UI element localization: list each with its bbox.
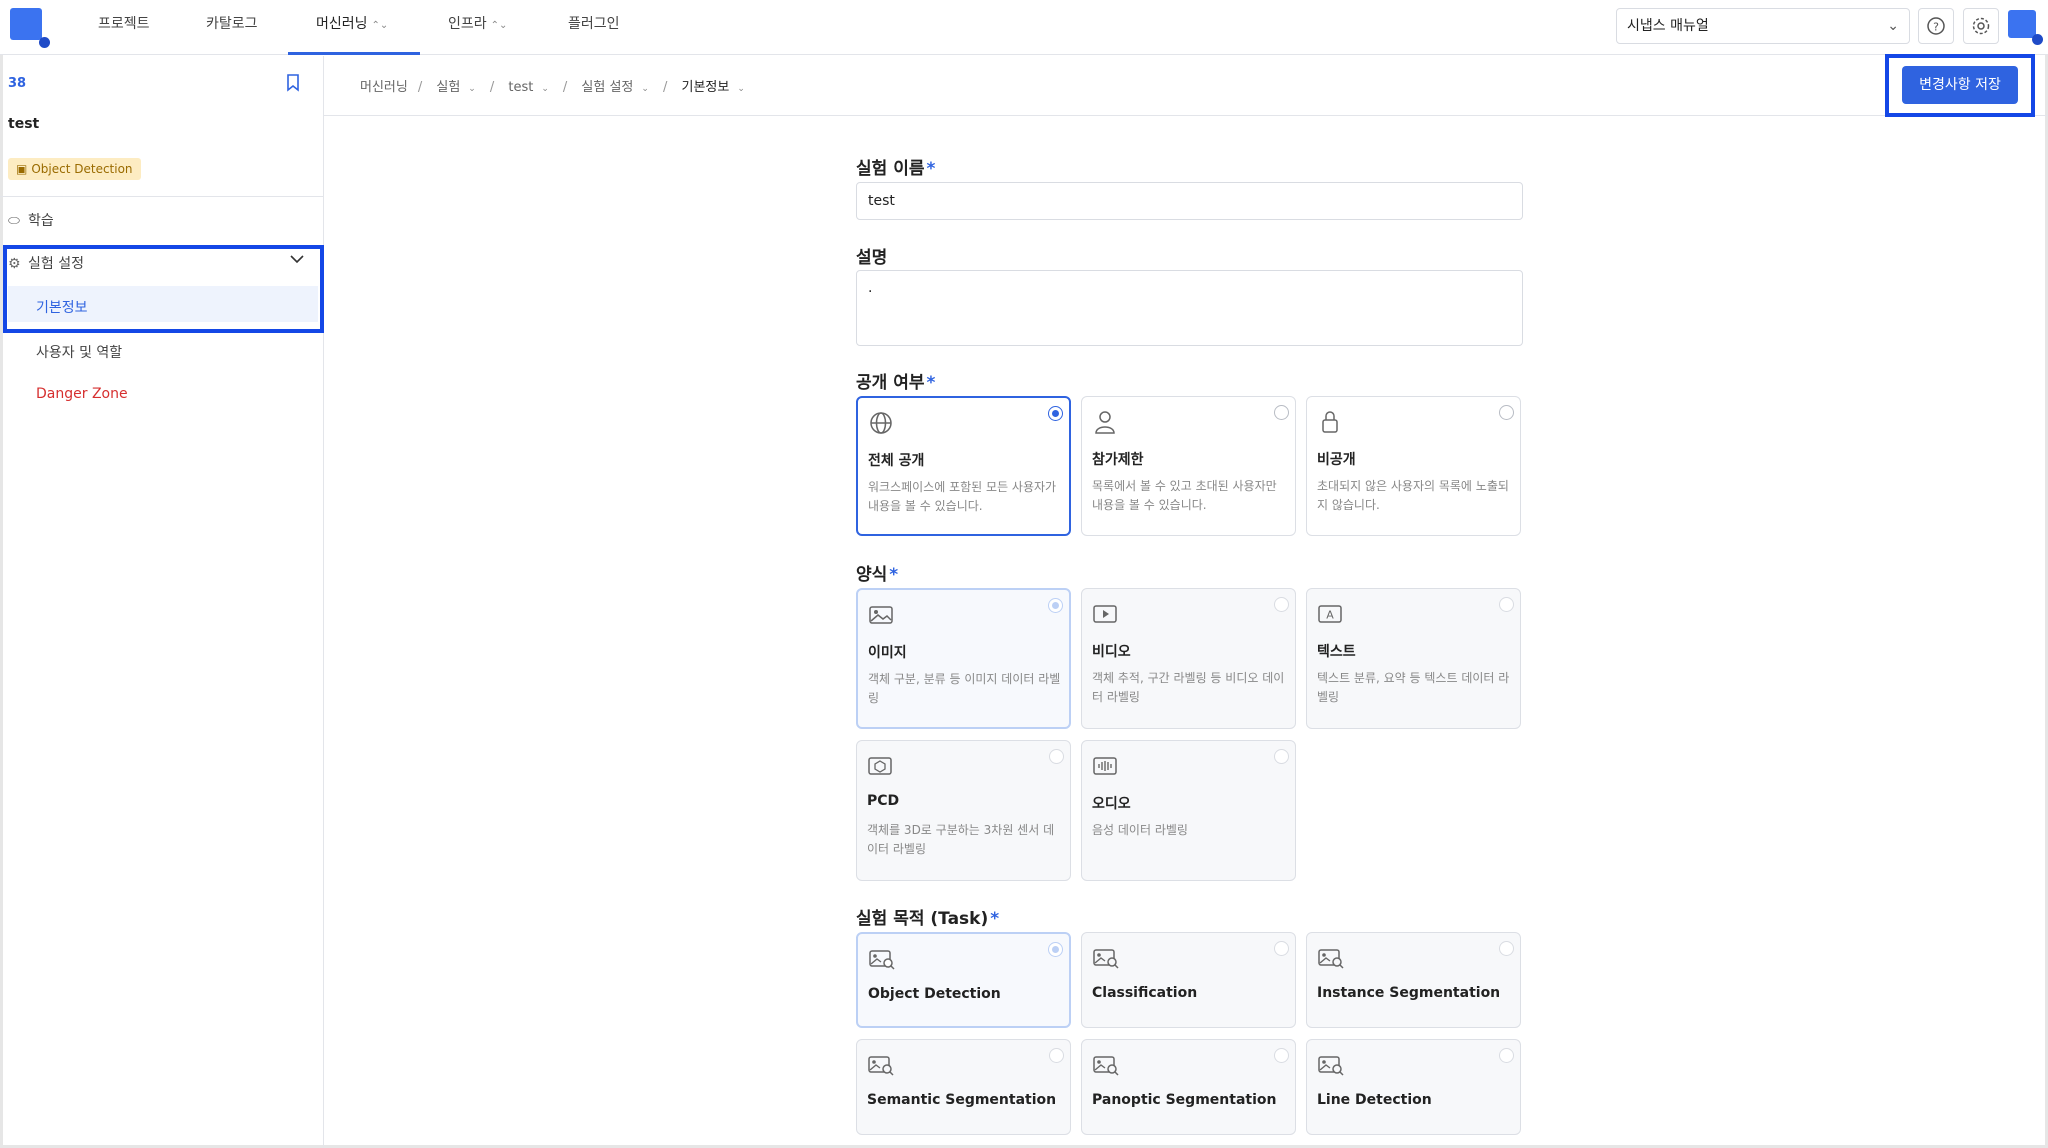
highlight-box-save — [1885, 54, 2035, 117]
experiment-id: 38 — [8, 76, 27, 91]
modality-video-card[interactable]: 비디오 객체 추적, 구간 라벨링 등 비디오 데이터 라벨링 — [1081, 588, 1296, 729]
modality-audio-card[interactable]: 오디오 음성 데이터 라벨링 — [1081, 740, 1296, 881]
task-tag: ▣ Object Detection — [8, 158, 141, 180]
image-search-icon — [1092, 1052, 1119, 1078]
up-down-icon: ⌃⌄ — [371, 20, 389, 31]
chevron-down-icon: ⌄ — [541, 84, 549, 94]
visibility-restricted-card[interactable]: 참가제한 목록에서 볼 수 있고 초대된 사용자만 내용을 볼 수 있습니다. — [1081, 396, 1296, 536]
task-label: 실험 목적 (Task) * — [856, 909, 1000, 929]
task-classification-card[interactable]: Classification — [1081, 932, 1296, 1028]
task-panoptic-segmentation-radio[interactable] — [1274, 1048, 1289, 1063]
modality-text-radio[interactable] — [1499, 597, 1514, 612]
sidebar-item-train[interactable]: ⬭ 학습 — [8, 210, 54, 230]
modality-text-card[interactable]: A 텍스트 텍스트 분류, 요약 등 텍스트 데이터 라벨링 — [1306, 588, 1521, 729]
top-navigation: 프로젝트 카탈로그 머신러닝 ⌃⌄ 인프라 ⌃⌄ 플러그인 시냅스 매뉴얼 ⌄ ? — [0, 0, 2048, 55]
gear-icon — [1972, 17, 1990, 35]
bookmark-icon[interactable] — [286, 74, 300, 96]
task-panoptic-segmentation-card[interactable]: Panoptic Segmentation — [1081, 1039, 1296, 1135]
highlight-box-settings — [3, 245, 324, 333]
nav-projects[interactable]: 프로젝트 — [98, 0, 150, 55]
svg-text:?: ? — [1933, 21, 1939, 34]
nav-infra[interactable]: 인프라 ⌃⌄ — [448, 0, 507, 55]
task-semantic-segmentation-radio[interactable] — [1049, 1048, 1064, 1063]
experiment-name-input[interactable]: test — [856, 182, 1523, 220]
task-instance-segmentation-card[interactable]: Instance Segmentation — [1306, 932, 1521, 1028]
image-search-icon — [1317, 945, 1344, 971]
modality-pcd-card[interactable]: PCD 객체를 3D로 구분하는 3차원 센서 데이터 라벨링 — [856, 740, 1071, 881]
user-icon — [1092, 409, 1118, 435]
breadcrumb-test[interactable]: test ⌄ — [508, 80, 553, 95]
chevron-down-icon: ⌄ — [737, 84, 745, 94]
sidebar-divider — [0, 196, 323, 197]
description-textarea[interactable]: . — [856, 270, 1523, 346]
image-icon — [868, 602, 894, 628]
breadcrumb: 머신러닝 / 실험 ⌄ / test ⌄ / 실험 설정 ⌄ / 기본정보 ⌄ — [360, 76, 753, 95]
image-search-icon — [867, 1052, 894, 1078]
visibility-public-card[interactable]: 전체 공개 워크스페이스에 포함된 모든 사용자가 내용을 볼 수 있습니다. — [856, 396, 1071, 536]
nav-machine-learning[interactable]: 머신러닝 ⌃⌄ — [316, 0, 388, 55]
task-line-detection-radio[interactable] — [1499, 1048, 1514, 1063]
modality-audio-radio[interactable] — [1274, 749, 1289, 764]
task-object-detection-radio[interactable] — [1048, 942, 1063, 957]
modality-pcd-radio[interactable] — [1049, 749, 1064, 764]
name-label: 실험 이름 * — [856, 159, 936, 179]
task-semantic-segmentation-card[interactable]: Semantic Segmentation — [856, 1039, 1071, 1135]
video-icon — [1092, 601, 1118, 627]
breadcrumb-bar: 머신러닝 / 실험 ⌄ / test ⌄ / 실험 설정 ⌄ / 기본정보 ⌄ — [324, 56, 2048, 116]
description-label: 설명 — [856, 248, 888, 268]
visibility-restricted-radio[interactable] — [1274, 405, 1289, 420]
nav-catalog[interactable]: 카탈로그 — [206, 0, 258, 55]
image-icon: ▣ — [16, 162, 28, 176]
visibility-public-radio[interactable] — [1048, 406, 1063, 421]
task-classification-radio[interactable] — [1274, 941, 1289, 956]
sidebar-item-users-roles[interactable]: 사용자 및 역할 — [36, 342, 122, 362]
task-object-detection-card[interactable]: Object Detection — [856, 932, 1071, 1028]
user-avatar[interactable] — [2008, 10, 2043, 45]
app-logo[interactable] — [10, 8, 50, 48]
task-line-detection-card[interactable]: Line Detection — [1306, 1039, 1521, 1135]
help-button[interactable]: ? — [1918, 8, 1954, 44]
visibility-private-radio[interactable] — [1499, 405, 1514, 420]
chevron-down-icon: ⌄ — [1887, 18, 1899, 34]
image-search-icon — [1092, 945, 1119, 971]
text-icon: A — [1317, 601, 1343, 627]
chevron-down-icon: ⌄ — [468, 84, 476, 94]
modality-label: 양식 * — [856, 565, 899, 585]
globe-icon — [868, 410, 894, 436]
breadcrumb-ml[interactable]: 머신러닝 — [360, 80, 408, 95]
up-down-icon: ⌃⌄ — [490, 20, 508, 31]
breadcrumb-basic-info[interactable]: 기본정보 ⌄ — [681, 80, 748, 95]
chevron-down-icon: ⌄ — [641, 84, 649, 94]
modality-image-radio[interactable] — [1048, 598, 1063, 613]
help-icon: ? — [1927, 17, 1945, 35]
image-search-icon — [1317, 1052, 1344, 1078]
active-tab-indicator — [288, 52, 420, 55]
visibility-label: 공개 여부 * — [856, 373, 936, 393]
image-search-icon — [868, 946, 895, 972]
svg-text:A: A — [1326, 609, 1334, 622]
lock-icon — [1317, 409, 1343, 435]
breadcrumb-experiment[interactable]: 실험 ⌄ — [436, 80, 479, 95]
nav-plugins[interactable]: 플러그인 — [568, 0, 620, 55]
tag-icon: ⬭ — [8, 213, 20, 229]
settings-button[interactable] — [1963, 8, 1999, 44]
modality-video-radio[interactable] — [1274, 597, 1289, 612]
sidebar-item-danger-zone[interactable]: Danger Zone — [36, 386, 128, 402]
modality-image-card[interactable]: 이미지 객체 구분, 분류 등 이미지 데이터 라벨링 — [856, 588, 1071, 729]
visibility-private-card[interactable]: 비공개 초대되지 않은 사용자의 목록에 노출되지 않습니다. — [1306, 396, 1521, 536]
sidebar: 38 test ▣ Object Detection ⬭ 학습 ⚙ 실험 설정 기본정… — [0, 56, 324, 1148]
cube-icon — [867, 753, 893, 779]
manual-select[interactable]: 시냅스 매뉴얼 ⌄ — [1616, 8, 1910, 44]
audio-icon — [1092, 753, 1118, 779]
task-instance-segmentation-radio[interactable] — [1499, 941, 1514, 956]
breadcrumb-settings[interactable]: 실험 설정 ⌄ — [581, 80, 653, 95]
experiment-title: test — [8, 116, 40, 132]
